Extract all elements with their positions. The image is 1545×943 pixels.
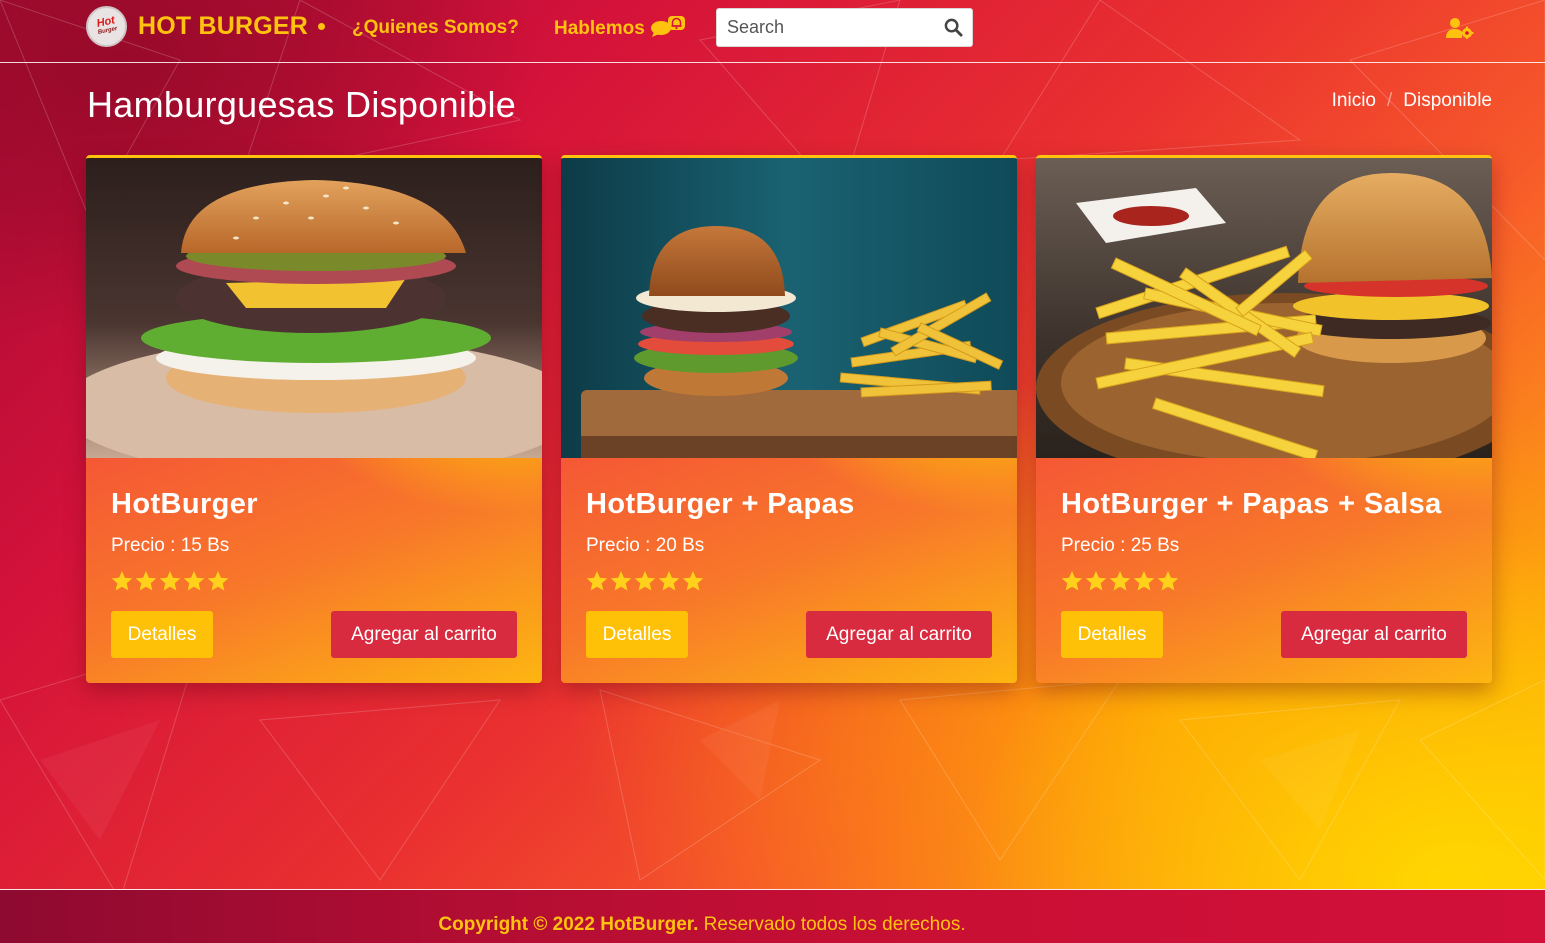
nav-link-quienes-somos[interactable]: ¿Quienes Somos? (352, 17, 519, 39)
product-name: HotBurger + Papas + Salsa (1061, 488, 1442, 520)
star-icon (159, 571, 181, 591)
star-icon (1085, 571, 1107, 591)
add-to-cart-button[interactable]: Agregar al carrito (806, 611, 992, 658)
details-button[interactable]: Detalles (1061, 611, 1163, 658)
brand-link[interactable]: Hot Burger HOT BURGER (86, 6, 326, 47)
card-body: HotBurger Precio : 15 Bs Detalles Agrega… (86, 458, 542, 683)
product-price: Precio : 20 Bs (586, 535, 705, 556)
details-button[interactable]: Detalles (586, 611, 688, 658)
breadcrumb: Inicio / Disponible (1332, 90, 1492, 112)
footer: Copyright © 2022 HotBurger. Reservado to… (0, 889, 1545, 943)
copyright-brand: Copyright © 2022 HotBurger. (438, 914, 699, 935)
star-icon (1061, 571, 1083, 591)
breadcrumb-separator: / (1386, 90, 1393, 111)
card-body: HotBurger + Papas + Salsa Precio : 25 Bs… (1036, 458, 1492, 683)
user-gear-icon[interactable] (1446, 17, 1474, 39)
star-icon (183, 571, 205, 591)
search-box (716, 8, 973, 47)
star-icon (111, 571, 133, 591)
product-price: Precio : 25 Bs (1061, 535, 1180, 556)
add-to-cart-button[interactable]: Agregar al carrito (331, 611, 517, 658)
brand-logo: Hot Burger (86, 6, 127, 47)
breadcrumb-current: Disponible (1403, 90, 1492, 111)
product-price: Precio : 15 Bs (111, 535, 230, 556)
star-icon (207, 571, 229, 591)
rating-stars (110, 569, 230, 593)
star-icon (586, 571, 608, 591)
star-icon (1109, 571, 1131, 591)
search-input[interactable] (717, 9, 937, 46)
search-icon[interactable] (944, 18, 963, 37)
nav-link-hablemos[interactable]: Hablemos (554, 16, 686, 41)
breadcrumb-inicio[interactable]: Inicio (1332, 90, 1376, 112)
brand-name[interactable]: HOT BURGER (138, 12, 308, 41)
add-to-cart-button[interactable]: Agregar al carrito (1281, 611, 1467, 658)
star-icon (658, 571, 680, 591)
star-icon (610, 571, 632, 591)
star-icon (1157, 571, 1179, 591)
brand-dot (318, 23, 326, 30)
copyright-rest: Reservado todos los derechos. (698, 914, 966, 935)
product-card: HotBurger Precio : 15 Bs Detalles Agrega… (86, 155, 542, 683)
product-card: HotBurger + Papas + Salsa Precio : 25 Bs… (1036, 155, 1492, 683)
product-name: HotBurger (111, 488, 258, 520)
star-icon (634, 571, 656, 591)
product-image-hotburger (86, 158, 542, 458)
details-button[interactable]: Detalles (111, 611, 213, 658)
star-icon (135, 571, 157, 591)
top-navbar: Hot Burger HOT BURGER ¿Quienes Somos? Ha… (0, 0, 1545, 63)
product-image-hotburger-papas (561, 158, 1017, 458)
comments-bell-icon (650, 16, 685, 37)
product-image-hotburger-papas-salsa (1036, 158, 1492, 458)
star-icon (1133, 571, 1155, 591)
page-title: Hamburguesas Disponible (87, 84, 517, 125)
rating-stars (585, 569, 705, 593)
product-name: HotBurger + Papas (586, 488, 855, 520)
product-card: HotBurger + Papas Precio : 20 Bs Detalle… (561, 155, 1017, 683)
card-body: HotBurger + Papas Precio : 20 Bs Detalle… (561, 458, 1017, 683)
logo-text: Hot Burger (95, 13, 118, 36)
star-icon (682, 571, 704, 591)
rating-stars (1060, 569, 1180, 593)
copyright-text: Copyright © 2022 HotBurger. Reservado to… (0, 914, 1404, 936)
